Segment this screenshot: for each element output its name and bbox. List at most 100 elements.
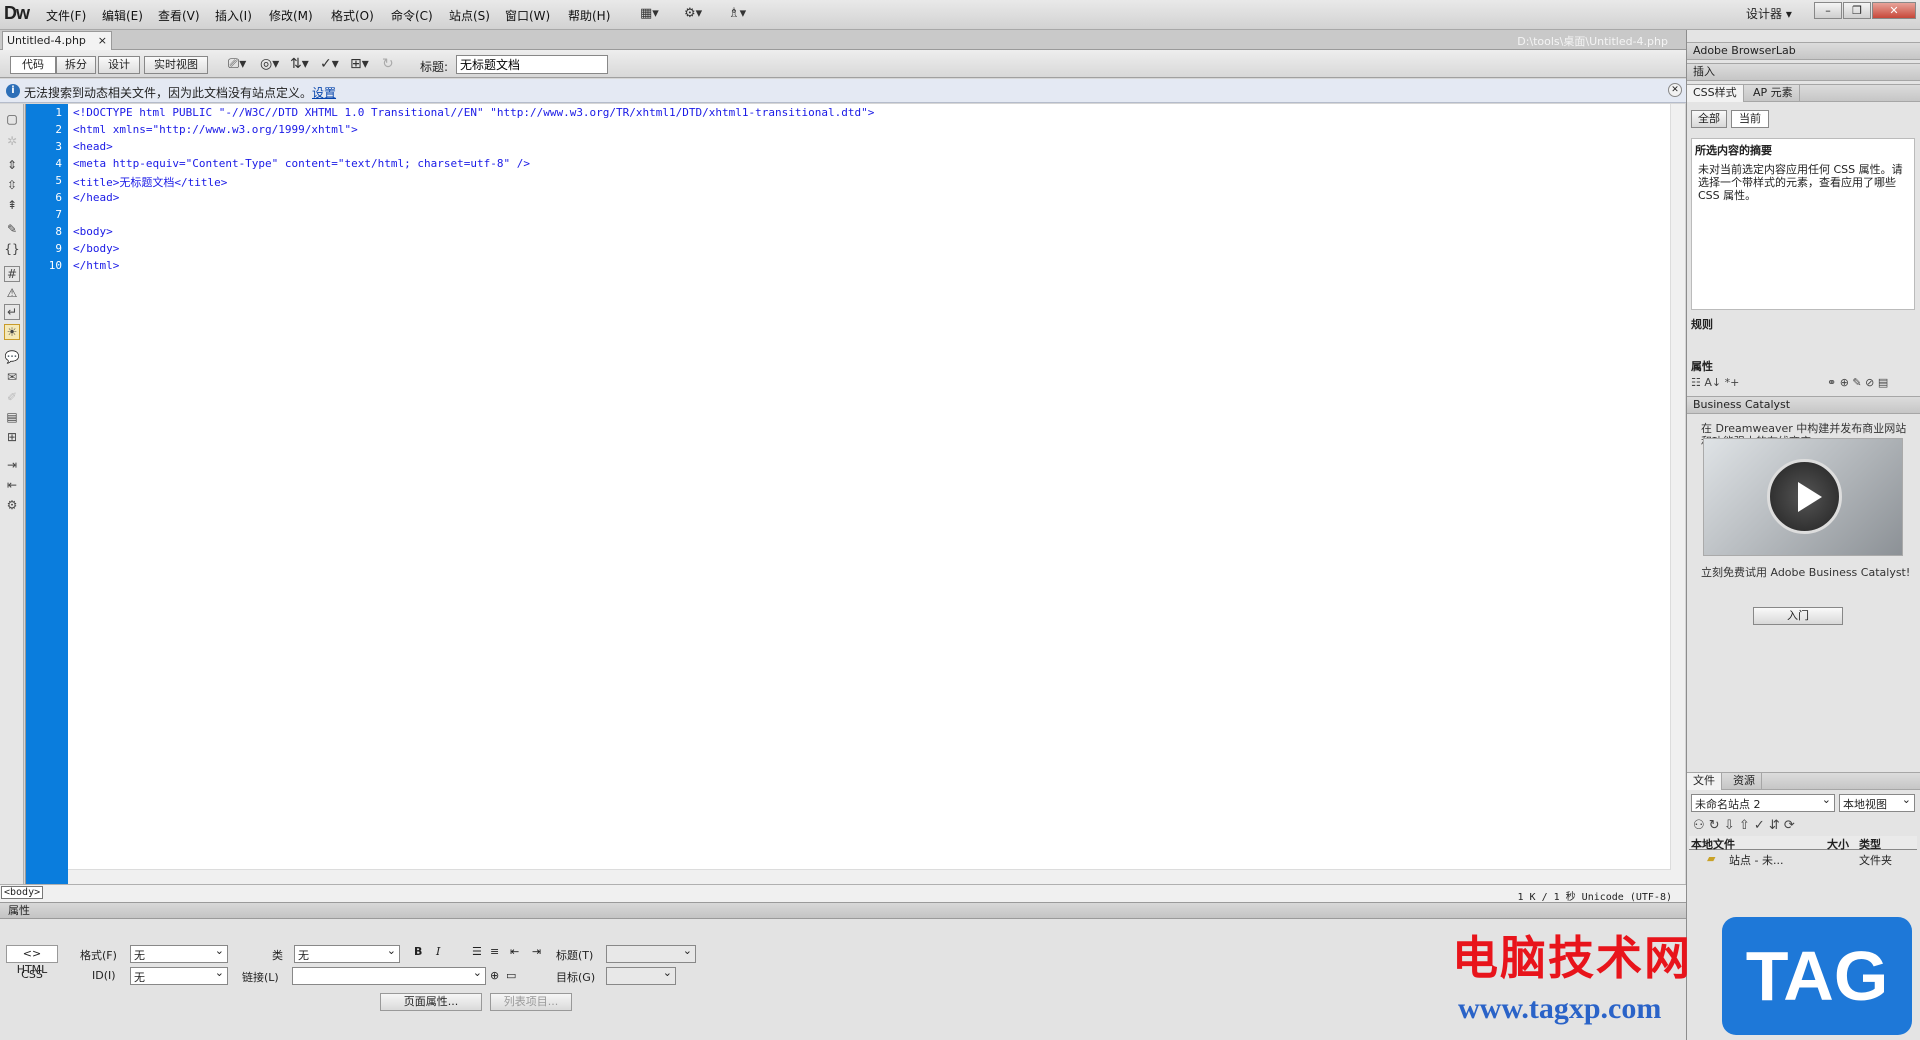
design-view-button[interactable]: 设计 — [98, 56, 140, 74]
expand-all-icon[interactable]: ⇞ — [4, 198, 20, 214]
site-select[interactable]: 未命名站点 2 — [1691, 793, 1835, 812]
code-view-button[interactable]: 代码 — [10, 56, 56, 74]
code-editor[interactable]: 1 2 3 4 5 6 7 8 9 10 <!DOCTYPE html PUBL… — [25, 104, 1685, 884]
id-select[interactable]: 无 — [130, 966, 228, 985]
title-attr-input[interactable] — [606, 944, 696, 963]
check-browser-icon[interactable]: ✓▾ — [320, 56, 339, 72]
recent-snippets-icon[interactable]: ▤ — [4, 410, 20, 426]
italic-button[interactable]: I — [436, 945, 440, 958]
link-input[interactable] — [292, 966, 486, 985]
highlight-invalid-icon[interactable]: ⚠ — [4, 286, 20, 302]
refresh-icon[interactable]: ↻ — [382, 56, 394, 72]
menu-modify[interactable]: 修改(M) — [269, 7, 313, 24]
collapse-selection-icon[interactable]: ⇳ — [4, 178, 20, 194]
code-line[interactable]: <html xmlns="http://www.w3.org/1999/xhtm… — [73, 123, 358, 136]
code-line[interactable]: <!DOCTYPE html PUBLIC "-//W3C//DTD XHTML… — [73, 106, 874, 119]
page-properties-button[interactable]: 页面属性... — [380, 993, 482, 1011]
workspace-switcher[interactable]: 设计器 ▾ — [1746, 5, 1792, 22]
live-view-button[interactable]: 实时视图 — [144, 56, 208, 74]
class-select[interactable]: 无 — [294, 944, 400, 963]
vertical-scrollbar[interactable] — [1670, 104, 1685, 884]
remove-comment-icon[interactable]: ✉ — [4, 370, 20, 386]
setup-link[interactable]: 设置 — [312, 86, 336, 100]
gear-icon[interactable]: ⚙▾ — [684, 6, 702, 21]
unordered-list-icon[interactable]: ☰ — [472, 945, 482, 958]
col-type[interactable]: 类型 — [1859, 836, 1881, 852]
code-line[interactable]: <title>无标题文档</title> — [73, 174, 227, 190]
property-view-icons[interactable]: ☷ A↓ *+ — [1691, 376, 1739, 389]
select-parent-tag-icon[interactable]: ✎ — [4, 222, 20, 238]
code-line[interactable]: </html> — [73, 259, 119, 272]
current-button[interactable]: 当前 — [1731, 110, 1769, 128]
code-line[interactable]: </head> — [73, 191, 119, 204]
point-to-file-icon[interactable]: ⊕ — [490, 969, 499, 982]
sitemap-icon[interactable]: ♗▾ — [728, 6, 746, 21]
indent-icon[interactable]: ⇥ — [532, 945, 541, 958]
insert-panel-header[interactable]: 插入 — [1687, 63, 1920, 81]
menu-commands[interactable]: 命令(C) — [391, 7, 433, 24]
close-info-icon[interactable]: ✕ — [1668, 83, 1682, 97]
layout-icon[interactable]: ▦▾ — [640, 6, 659, 21]
line-numbers-icon[interactable]: # — [4, 266, 20, 282]
outdent-code-icon[interactable]: ⇤ — [4, 478, 20, 494]
wrap-tag-icon[interactable]: ✐ — [4, 390, 20, 406]
file-management-icon[interactable]: ⇅▾ — [290, 56, 309, 72]
preview-browser-icon[interactable]: ◎▾ — [260, 56, 279, 72]
ordered-list-icon[interactable]: ≡ — [490, 945, 499, 958]
menu-help[interactable]: 帮助(H) — [568, 7, 610, 24]
files-toolbar-icons[interactable]: ⚇ ↻ ⇩ ⇧ ✓ ⇵ ⟳ — [1693, 818, 1795, 833]
code-line[interactable]: <head> — [73, 140, 113, 153]
close-tab-icon[interactable]: × — [98, 34, 107, 47]
move-css-icon[interactable]: ⊞ — [4, 430, 20, 446]
business-catalyst-header[interactable]: Business Catalyst — [1687, 396, 1920, 414]
bc-video-thumbnail[interactable] — [1703, 438, 1903, 556]
menu-site[interactable]: 站点(S) — [449, 7, 490, 24]
format-source-icon[interactable]: ⚙ — [4, 498, 20, 514]
format-select[interactable]: 无 — [130, 944, 228, 963]
code-line[interactable]: <meta http-equiv="Content-Type" content=… — [73, 157, 530, 170]
collapse-tag-icon[interactable]: ⇕ — [4, 158, 20, 174]
file-row[interactable]: ▰ 站点 - 未... 文件夹 — [1689, 852, 1917, 868]
open-documents-icon[interactable]: ▢ — [4, 112, 20, 128]
show-code-navigator-icon[interactable]: ✲ — [4, 134, 20, 150]
browse-folder-icon[interactable]: ▭ — [506, 969, 516, 982]
menu-insert[interactable]: 插入(I) — [215, 7, 252, 24]
col-local-files[interactable]: 本地文件 — [1691, 836, 1735, 852]
syntax-coloring-icon[interactable]: ☀ — [4, 324, 20, 340]
close-button[interactable]: ✕ — [1872, 2, 1916, 19]
tab-ap-elements[interactable]: AP 元素 — [1747, 85, 1800, 102]
browserlab-panel-header[interactable]: Adobe BrowserLab — [1687, 42, 1920, 60]
property-action-icons[interactable]: ⚭ ⊕ ✎ ⊘ ▤ — [1827, 376, 1888, 389]
tab-files[interactable]: 文件 — [1687, 773, 1722, 790]
outdent-icon[interactable]: ⇤ — [510, 945, 519, 958]
menu-format[interactable]: 格式(O) — [331, 7, 374, 24]
apply-comment-icon[interactable]: 💬 — [4, 350, 20, 366]
tab-assets[interactable]: 资源 — [1727, 773, 1762, 790]
css-mode-button[interactable]: CSS — [6, 967, 58, 985]
tag-selector[interactable]: <body> — [1, 886, 44, 899]
code-line[interactable]: <body> — [73, 225, 113, 238]
menu-file[interactable]: 文件(F) — [46, 7, 86, 24]
visual-aids-icon[interactable]: ⊞▾ — [350, 56, 369, 72]
menu-window[interactable]: 窗口(W) — [505, 7, 550, 24]
play-icon[interactable] — [1767, 459, 1842, 534]
minimize-button[interactable]: – — [1814, 2, 1842, 19]
html-mode-button[interactable]: <> HTML — [6, 945, 58, 976]
col-size[interactable]: 大小 — [1827, 836, 1849, 852]
bold-button[interactable]: B — [414, 945, 422, 958]
balance-braces-icon[interactable]: {} — [4, 242, 20, 258]
list-item-button[interactable]: 列表项目... — [490, 993, 572, 1011]
menu-edit[interactable]: 编辑(E) — [102, 7, 143, 24]
split-view-button[interactable]: 拆分 — [56, 56, 96, 74]
restore-button[interactable]: ❐ — [1843, 2, 1871, 19]
bc-get-started-button[interactable]: 入门 — [1753, 607, 1843, 625]
code-line[interactable]: </body> — [73, 242, 119, 255]
multiscreen-icon[interactable]: ⎚▾ — [228, 56, 246, 72]
menu-view[interactable]: 查看(V) — [158, 7, 200, 24]
tab-css-styles[interactable]: CSS样式 — [1687, 85, 1744, 102]
target-select[interactable] — [606, 966, 676, 985]
indent-code-icon[interactable]: ⇥ — [4, 458, 20, 474]
all-button[interactable]: 全部 — [1691, 110, 1727, 128]
horizontal-scrollbar[interactable] — [68, 869, 1671, 884]
document-tab[interactable]: Untitled-4.php × — [2, 31, 112, 50]
